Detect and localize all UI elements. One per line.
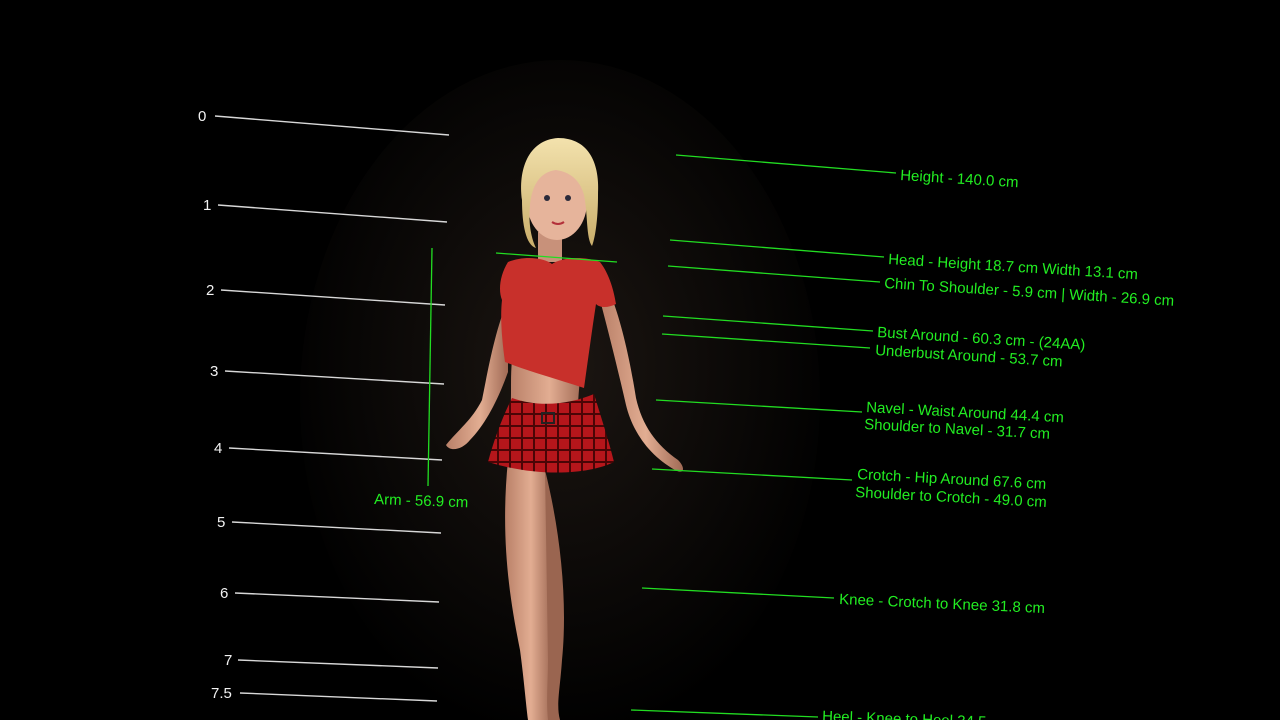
scale-mark-6: 6 [220,585,228,602]
right-eye [565,195,571,201]
measurement-chart-canvas: 0 1 2 3 4 5 6 7 7.5 Arm - 56.9 cm Height… [198,60,1175,720]
scale-mark-3: 3 [210,363,218,380]
scale-mark-4: 4 [214,440,222,457]
heel-label: Heel - Knee to Heel 34.5 [822,708,987,720]
scale-mark-7: 7 [224,652,232,669]
arm-label: Arm - 56.9 cm [374,491,469,511]
scale-mark-7-5: 7.5 [211,685,232,702]
height-label: Height - 140.0 cm [900,167,1019,191]
left-eye [544,195,550,201]
scale-line-7-5 [239,692,438,702]
scale-mark-2: 2 [206,282,214,299]
scale-mark-0: 0 [198,108,206,125]
knee-label: Knee - Crotch to Knee 31.8 cm [839,591,1045,617]
scale-mark-1: 1 [203,197,211,214]
scale-mark-5: 5 [217,514,225,531]
